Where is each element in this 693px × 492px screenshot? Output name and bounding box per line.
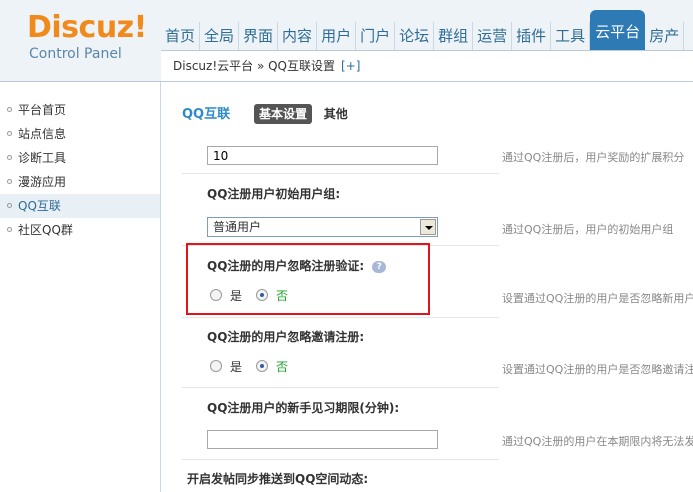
highlight-box <box>186 243 430 315</box>
sidebar-item-qq-connect[interactable]: QQ互联 <box>0 194 160 218</box>
feed-sync-section-title: 开启发帖同步推送到QQ空间动态: <box>187 472 369 486</box>
bullet-icon <box>7 227 12 232</box>
divider <box>182 387 499 388</box>
tab-other[interactable]: 其他 <box>324 103 348 125</box>
ignore-invite-tip: 设置通过QQ注册的用户是否忽略邀请注册 <box>502 363 693 376</box>
newbie-period-input[interactable] <box>207 430 438 449</box>
group-tip: 通过QQ注册后，用户的初始用户组 <box>502 223 674 236</box>
nav-cloud[interactable]: 云平台 <box>590 10 646 50</box>
no-label: 否 <box>276 288 289 303</box>
divider <box>182 317 499 318</box>
newbie-tip: 通过QQ注册的用户在本期限内将无法发帖 <box>502 435 693 448</box>
sidebar-item-qq-group[interactable]: 社区QQ群 <box>0 218 160 242</box>
initial-group-select[interactable]: 普通用户 <box>207 217 438 237</box>
ignore-verify-no-radio[interactable] <box>256 289 269 301</box>
yes-label: 是 <box>230 359 243 374</box>
divider <box>182 459 499 460</box>
logo-bang: ! <box>133 10 148 45</box>
help-icon[interactable]: ? <box>372 260 387 273</box>
reward-tip: 通过QQ注册后，用户奖励的扩展积分 <box>502 151 685 164</box>
main-content: QQ互联 基本设置 其他 通过QQ注册后，用户奖励的扩展积分 QQ注册用户初始用… <box>162 83 693 492</box>
nav-forum[interactable]: 论坛 <box>395 22 435 50</box>
nav-groups[interactable]: 群组 <box>434 22 474 50</box>
logo-brand: Discuz <box>27 10 134 45</box>
nav-realestate[interactable]: 房产 <box>645 22 685 50</box>
ignore-verify-tip: 设置通过QQ注册的用户是否忽略新用户注册验证 <box>502 292 693 305</box>
logo-subtitle: Control Panel <box>29 46 122 62</box>
tab-basic-settings[interactable]: 基本设置 <box>253 104 312 124</box>
nav-tools[interactable]: 工具 <box>551 22 591 50</box>
nav-home[interactable]: 首页 <box>161 22 201 50</box>
sidebar-item-site-info[interactable]: 站点信息 <box>0 122 160 146</box>
breadcrumb: Discuz!云平台 » QQ互联设置 [+] <box>161 50 693 82</box>
reward-credit-input[interactable] <box>207 146 438 165</box>
nav-interface[interactable]: 界面 <box>239 22 279 50</box>
initial-group-label: QQ注册用户初始用户组: <box>207 187 341 201</box>
bullet-icon <box>7 131 12 136</box>
sidebar-item-roaming-apps[interactable]: 漫游应用 <box>0 170 160 194</box>
initial-group-value: 普通用户 <box>213 220 262 234</box>
sidebar: 平台首页 站点信息 诊断工具 漫游应用 QQ互联 社区QQ群 <box>0 82 161 492</box>
ignore-invite-radios: 是 否 <box>210 358 302 374</box>
chevron-down-icon[interactable] <box>420 219 436 235</box>
nav-users[interactable]: 用户 <box>317 22 357 50</box>
nav-global[interactable]: 全局 <box>200 22 240 50</box>
nav-plugins[interactable]: 插件 <box>512 22 552 50</box>
add-shortcut-button[interactable]: [+] <box>341 59 360 73</box>
ignore-verify-radios: 是 否 <box>210 287 302 303</box>
logo[interactable]: Discuz! Control Panel <box>0 0 161 82</box>
bullet-icon <box>7 107 12 112</box>
ignore-invite-no-radio[interactable] <box>256 360 269 372</box>
top-nav: 首页 全局 界面 内容 用户 门户 论坛 群组 运营 插件 工具 云平台 房产 <box>161 0 693 50</box>
page-subtitle: QQ互联 基本设置 其他 <box>182 103 348 125</box>
no-label: 否 <box>276 359 289 374</box>
breadcrumb-path: Discuz!云平台 » QQ互联设置 <box>173 59 336 73</box>
ignore-verify-label-row: QQ注册的用户忽略注册验证:? <box>207 257 387 274</box>
sidebar-item-platform-home[interactable]: 平台首页 <box>0 98 160 122</box>
nav-operations[interactable]: 运营 <box>473 22 513 50</box>
ignore-verify-label: QQ注册的用户忽略注册验证: <box>207 259 365 273</box>
header: Discuz! Control Panel 首页 全局 界面 内容 用户 门户 … <box>0 0 693 82</box>
ignore-invite-label: QQ注册的用户忽略邀请注册: <box>207 330 365 344</box>
newbie-period-label: QQ注册用户的新手见习期限(分钟): <box>207 401 400 415</box>
bullet-icon <box>7 155 12 160</box>
nav-content[interactable]: 内容 <box>278 22 318 50</box>
ignore-invite-yes-radio[interactable] <box>210 360 222 372</box>
yes-label: 是 <box>230 288 243 303</box>
divider <box>182 173 499 174</box>
nav-portal[interactable]: 门户 <box>356 22 396 50</box>
bullet-icon <box>7 203 12 208</box>
sidebar-item-diagnostics[interactable]: 诊断工具 <box>0 146 160 170</box>
bullet-icon <box>7 179 12 184</box>
page-title: QQ互联 <box>182 107 231 122</box>
ignore-verify-yes-radio[interactable] <box>210 289 222 301</box>
